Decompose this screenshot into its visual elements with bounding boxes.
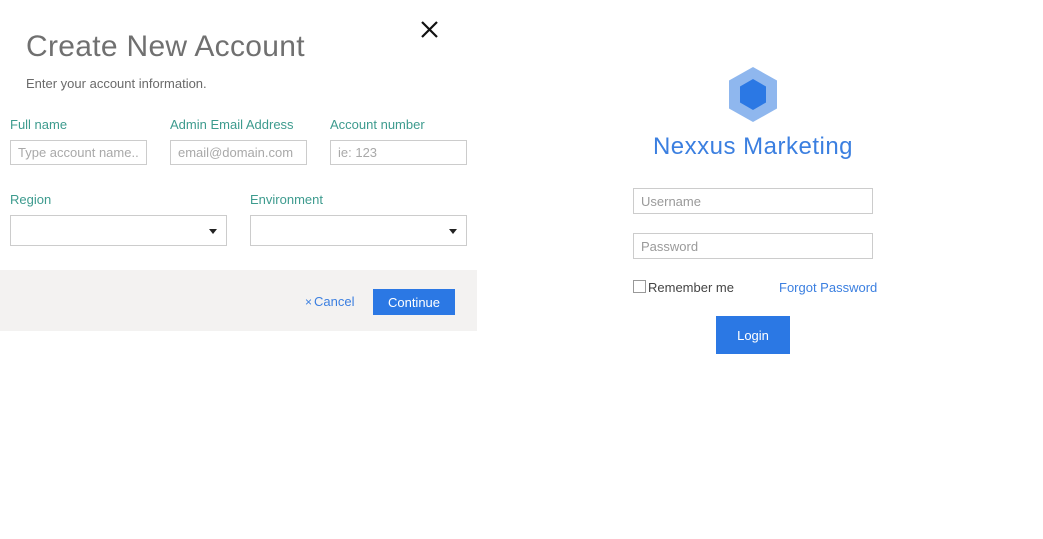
continue-button[interactable]: Continue (373, 289, 455, 315)
remember-me-label: Remember me (648, 280, 734, 295)
region-select[interactable] (10, 215, 227, 246)
environment-label: Environment (250, 192, 323, 207)
admin-email-label: Admin Email Address (170, 117, 294, 132)
close-icon (421, 21, 438, 38)
environment-select[interactable] (250, 215, 467, 246)
chevron-down-icon (209, 229, 217, 234)
close-dialog-button[interactable] (418, 18, 442, 42)
forgot-password-link[interactable]: Forgot Password (779, 280, 877, 295)
account-number-input[interactable] (330, 140, 467, 165)
cancel-label: Cancel (314, 294, 355, 309)
remember-me-checkbox[interactable] (633, 280, 646, 293)
cancel-button[interactable]: × Cancel (305, 294, 354, 309)
account-number-label: Account number (330, 117, 425, 132)
login-button[interactable]: Login (716, 316, 790, 354)
password-input[interactable] (633, 233, 873, 259)
dialog-title: Create New Account (26, 30, 305, 63)
chevron-down-icon (449, 229, 457, 234)
dialog-footer: × Cancel Continue (0, 270, 477, 331)
username-input[interactable] (633, 188, 873, 214)
create-account-dialog: Create New Account Enter your account in… (0, 0, 477, 331)
hexagon-logo-icon (728, 66, 778, 123)
page: Create New Account Enter your account in… (0, 0, 1043, 539)
full-name-input[interactable] (10, 140, 147, 165)
admin-email-input[interactable] (170, 140, 307, 165)
brand-name: Nexxus Marketing (652, 133, 854, 160)
region-label: Region (10, 192, 52, 207)
dialog-subtitle: Enter your account information. (26, 76, 207, 91)
full-name-label: Full name (10, 117, 68, 132)
close-small-icon: × (305, 295, 313, 309)
